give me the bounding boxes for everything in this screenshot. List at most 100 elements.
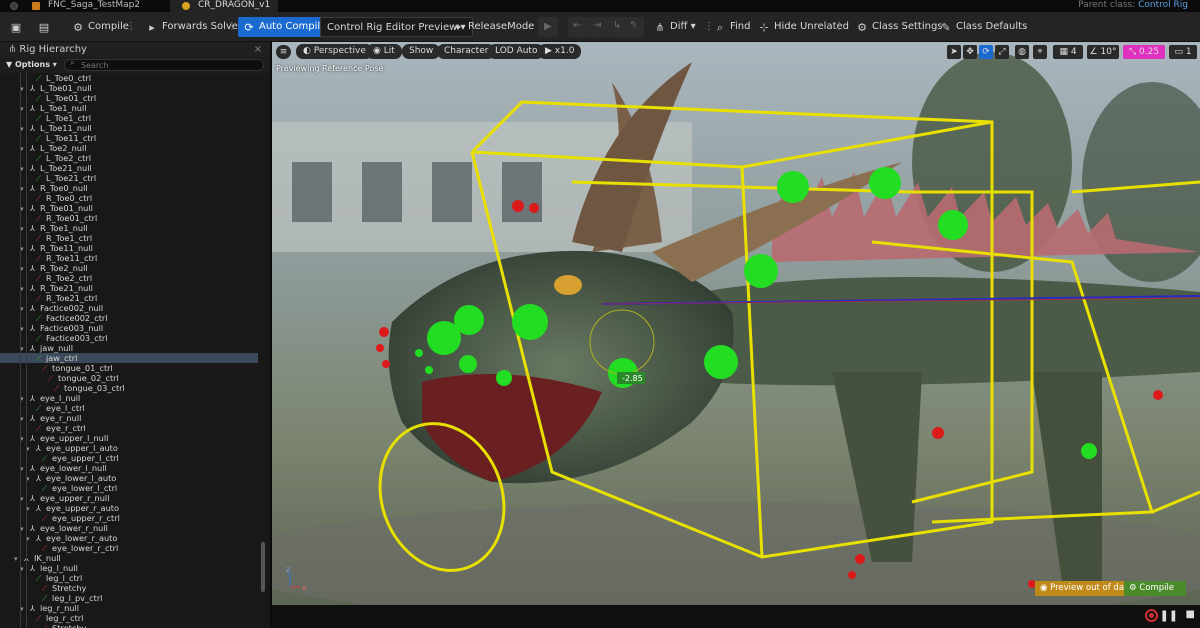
tree-item[interactable]: ▾ ⅄ L_Toe01_null [0, 83, 258, 93]
surface-snap-button[interactable]: ⌖ [1033, 45, 1047, 59]
tree-item[interactable]: ▾ ⅄ L_Toe2_null [0, 143, 258, 153]
tree-item[interactable]: ⟋ tongue_02_ctrl [0, 373, 258, 383]
compile-button[interactable]: ⚙ Compile [72, 17, 129, 37]
tree-item[interactable]: ▾ ⅄ Factice003_null [0, 323, 258, 333]
translate-mode-button[interactable]: ✥ [963, 45, 977, 59]
tree-item[interactable]: ⟋ eye_r_ctrl [0, 423, 258, 433]
tree-item[interactable]: ⟋ R_Toe0_ctrl [0, 193, 258, 203]
grid-snap-button[interactable]: ▦ 4 [1053, 45, 1083, 59]
parent-class-link[interactable]: Control Rig [1138, 0, 1188, 10]
select-mode-button[interactable]: ➤ [947, 45, 961, 59]
tree-item[interactable]: ⟋ L_Toe1_ctrl [0, 113, 258, 123]
tree-item[interactable]: ▾⅄IK_null [0, 553, 258, 563]
tree-item[interactable]: ⟋ tongue_03_ctrl [0, 383, 258, 393]
step-out-button[interactable]: ↰ [624, 17, 644, 37]
tab-control-rig[interactable]: CR_DRAGON_v1 [170, 0, 278, 12]
camera-speed-button[interactable]: ▭ 1 [1169, 45, 1197, 59]
tree-item[interactable]: ⟋ leg_r_ctrl [0, 613, 258, 623]
stop-button[interactable]: ■ [1186, 609, 1195, 620]
release-mode-button[interactable]: ✦ ReleaseMode [452, 17, 534, 37]
scale-mode-button[interactable]: ⤢ [995, 45, 1009, 59]
step-play-button[interactable]: ▶ [538, 17, 558, 37]
find-button[interactable]: ⌕ Find [714, 17, 751, 37]
tree-item[interactable]: ▾ ⅄ eye_upper_l_auto [0, 443, 258, 453]
rotation-snap-button[interactable]: ∠ 10° [1087, 45, 1119, 59]
tree-item[interactable]: ▾ ⅄ jaw_null [0, 343, 258, 353]
tree-item[interactable]: ▾ ⅄ R_Toe2_null [0, 263, 258, 273]
tree-item[interactable]: ⟋ Factice003_ctrl [0, 333, 258, 343]
search-input[interactable] [64, 59, 264, 71]
step-back-button[interactable]: ⇤ [568, 17, 588, 37]
tab-level[interactable]: FNC_Saga_TestMap2 [0, 0, 170, 12]
tree-item[interactable]: ▾ ⅄ R_Toe01_null [0, 203, 258, 213]
tree-item[interactable]: ⟋ L_Toe0_ctrl [0, 73, 258, 83]
solve-options-icon[interactable]: ⋮ [227, 17, 237, 37]
tree-item[interactable]: ⟋Stretchy [0, 583, 258, 593]
save-button[interactable]: ▣ [10, 17, 26, 37]
playback-speed-button[interactable]: ▶ x1.0 [538, 44, 582, 59]
tree-item[interactable]: ▾ ⅄ Factice002_null [0, 303, 258, 313]
tree-item[interactable]: ▾ ⅄ leg_l_null [0, 563, 258, 573]
lod-button[interactable]: LOD Auto [488, 44, 545, 59]
forwards-solve-button[interactable]: ▸ Forwards Solve [146, 17, 238, 37]
tree-item[interactable]: ▾ ⅄ eye_lower_r_null [0, 523, 258, 533]
world-local-button[interactable]: ◍ [1015, 45, 1029, 59]
perspective-button[interactable]: ◐ Perspective [296, 44, 373, 59]
tree-item[interactable]: ⟋ R_Toe21_ctrl [0, 293, 258, 303]
tree-item[interactable]: ⟋Stretchy [0, 623, 258, 628]
tree-item[interactable]: ⟋ R_Toe1_ctrl [0, 233, 258, 243]
tree-item[interactable]: ⟋ R_Toe2_ctrl [0, 273, 258, 283]
hide-options-icon[interactable]: ⋮ [834, 17, 844, 37]
tree-item[interactable]: ⟋ tongue_01_ctrl [0, 363, 258, 373]
tree-item[interactable]: ⟋ jaw_ctrl [0, 353, 258, 363]
tree-item[interactable]: ▾ ⅄ R_Toe21_null [0, 283, 258, 293]
tree-item[interactable]: ▾ ⅄ eye_lower_r_auto [0, 533, 258, 543]
tree-item[interactable]: ⟋ eye_l_ctrl [0, 403, 258, 413]
tree-item[interactable]: ⟋ eye_lower_r_ctrl [0, 543, 258, 553]
tree-item[interactable]: ⟋ eye_upper_r_ctrl [0, 513, 258, 523]
tree-item[interactable]: ⟋ L_Toe11_ctrl [0, 133, 258, 143]
tree-item[interactable]: ⟋ leg_l_ctrl [0, 573, 258, 583]
tree-item[interactable]: ⟋ R_Toe01_ctrl [0, 213, 258, 223]
tree-item[interactable]: ⟋ R_Toe11_ctrl [0, 253, 258, 263]
class-settings-button[interactable]: ⚙ Class Settings [856, 17, 942, 37]
tree-item[interactable]: ▾ ⅄ eye_l_null [0, 393, 258, 403]
tree-item[interactable]: ▾ ⅄ eye_upper_r_auto [0, 503, 258, 513]
viewport-menu-button[interactable]: ≡ [276, 45, 291, 59]
compile-options-icon[interactable]: ⋮ [126, 17, 136, 37]
viewport[interactable]: -2.85 z x ≡ ◐ Perspective ◉ Lit Show Cha… [272, 42, 1200, 605]
tree-item[interactable]: ▾ ⅄ R_Toe0_null [0, 183, 258, 193]
character-button[interactable]: Character [437, 44, 496, 59]
tree-item[interactable]: ▾ ⅄ eye_r_null [0, 413, 258, 423]
auto-compile-toggle[interactable]: ⟳ Auto Compile [238, 17, 332, 37]
tree-item[interactable]: ▾ ⅄ eye_upper_l_null [0, 433, 258, 443]
tree-item[interactable]: ▾ ⅄ eye_lower_l_null [0, 463, 258, 473]
scale-snap-button[interactable]: ⤡ 0.25 [1123, 45, 1165, 59]
tree-item[interactable]: ▾ ⅄ eye_lower_l_auto [0, 473, 258, 483]
tree-item[interactable]: ⟋ L_Toe21_ctrl [0, 173, 258, 183]
class-defaults-button[interactable]: ✎ Class Defaults [940, 17, 1027, 37]
scrollbar[interactable] [261, 542, 265, 592]
viewport-compile-button[interactable]: ⚙ Compile [1124, 581, 1186, 596]
tree-item[interactable]: ⟋ Factice002_ctrl [0, 313, 258, 323]
tree-item[interactable]: ▾ ⅄ L_Toe11_null [0, 123, 258, 133]
step-over-button[interactable]: ⇥ [588, 17, 608, 37]
tree-item[interactable]: ⟋ leg_l_pv_ctrl [0, 593, 258, 603]
tree-item[interactable]: ▾ ⅄ eye_upper_r_null [0, 493, 258, 503]
tree-item[interactable]: ▾ ⅄ R_Toe1_null [0, 223, 258, 233]
show-button[interactable]: Show [402, 44, 441, 59]
tree-item[interactable]: ▾ ⅄ L_Toe1_null [0, 103, 258, 113]
diff-dropdown[interactable]: ⋔ Diff ▾ [654, 17, 695, 37]
tree-item[interactable]: ⟋ L_Toe01_ctrl [0, 93, 258, 103]
rotate-mode-button[interactable]: ⟳ [979, 45, 993, 59]
tree-item[interactable]: ⟋ L_Toe2_ctrl [0, 153, 258, 163]
options-dropdown[interactable]: ▼ Options ▾ [6, 59, 57, 71]
record-button[interactable] [1145, 609, 1158, 622]
lit-button[interactable]: ◉ Lit [366, 44, 402, 59]
tree-item[interactable]: ▾ ⅄ R_Toe11_null [0, 243, 258, 253]
browse-button[interactable]: ▤ [38, 17, 54, 37]
pause-button[interactable]: ❚❚ [1160, 609, 1178, 622]
preview-mode-dropdown[interactable]: Control Rig Editor Preview ▾ [320, 17, 473, 37]
tree-item[interactable]: ▾ ⅄ L_Toe21_null [0, 163, 258, 173]
tree-item[interactable]: ⟋ eye_lower_l_ctrl [0, 483, 258, 493]
